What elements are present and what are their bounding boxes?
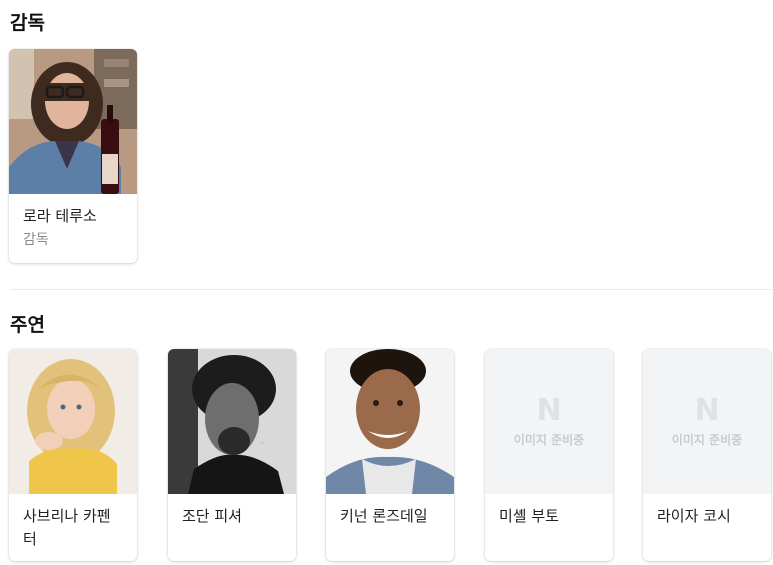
cast-name: 사브리나 카펜터 xyxy=(23,507,111,548)
cast-section-title: 주연 xyxy=(10,314,45,336)
director-card-laura-terruso[interactable]: 로라 테루소 감독 xyxy=(9,49,137,263)
cast-photo xyxy=(326,349,454,494)
cast-name: 키넌 론즈데일 xyxy=(340,507,428,525)
cast-photo xyxy=(168,349,296,494)
naver-logo-icon: N xyxy=(694,393,720,428)
director-name: 로라 테루소 xyxy=(23,207,97,225)
cast-card-sabrina-carpenter[interactable]: 사브리나 카펜터 xyxy=(9,349,137,561)
placeholder-text: 이미지 준비중 xyxy=(513,433,585,447)
cast-photo-image xyxy=(168,349,296,494)
director-photo xyxy=(9,49,137,194)
cast-photo xyxy=(9,349,137,494)
naver-logo-icon: N xyxy=(536,393,562,428)
cast-card-jordan-fisher[interactable]: 조단 피셔 xyxy=(168,349,296,561)
image-placeholder: N 이미지 준비중 xyxy=(643,349,771,494)
section-divider xyxy=(10,289,773,290)
director-photo-image xyxy=(9,49,137,194)
image-placeholder: N 이미지 준비중 xyxy=(485,349,613,494)
cast-card-michel-buteau[interactable]: N 이미지 준비중 미셸 부토 xyxy=(485,349,613,561)
director-section-title: 감독 xyxy=(10,12,45,34)
cast-name: 미셸 부토 xyxy=(499,507,559,525)
cast-card-keenan-lonsdale[interactable]: 키넌 론즈데일 xyxy=(326,349,454,561)
cast-photo-image xyxy=(9,349,137,494)
cast-name: 조단 피셔 xyxy=(182,507,242,525)
placeholder-text: 이미지 준비중 xyxy=(671,433,743,447)
cast-card-liza-koshy[interactable]: N 이미지 준비중 라이자 코시 xyxy=(643,349,771,561)
director-role: 감독 xyxy=(23,232,49,248)
cast-name: 라이자 코시 xyxy=(657,507,731,525)
cast-photo-image xyxy=(326,349,454,494)
